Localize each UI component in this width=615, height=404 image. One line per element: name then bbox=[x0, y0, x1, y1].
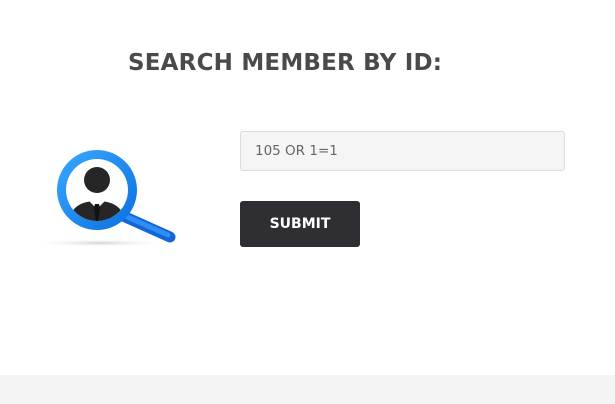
member-id-search-input[interactable] bbox=[240, 131, 565, 171]
footer bbox=[0, 375, 615, 404]
page-title: SEARCH MEMBER BY ID: bbox=[128, 50, 443, 76]
member-search-icon bbox=[28, 142, 188, 252]
submit-button[interactable]: SUBMIT bbox=[240, 201, 360, 247]
page: SEARCH MEMBER BY ID: 105 OR 1=1 SUBMIT bbox=[0, 0, 615, 404]
